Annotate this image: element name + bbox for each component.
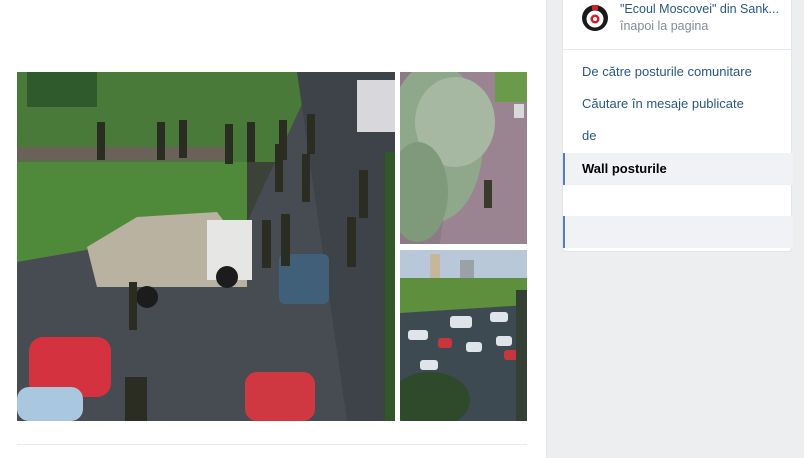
sidebar-item-empty[interactable] — [563, 216, 793, 248]
sidebar-item-wall-posts[interactable]: Wall posturile — [563, 153, 793, 185]
photo-image — [400, 250, 527, 421]
police-convoy-street-photo[interactable] — [17, 72, 395, 421]
post-divider — [17, 444, 527, 445]
tree-courtyard-photo[interactable] — [400, 72, 527, 244]
group-logo-icon — [581, 4, 609, 32]
wall-post — [0, 0, 547, 458]
group-header[interactable]: "Ecoul Moscovei" din Sank... înapoi la p… — [563, 0, 793, 50]
sidebar-item-search-posts[interactable]: Căutare în mesaje publicate — [563, 88, 793, 120]
sidebar-menu: "Ecoul Moscovei" din Sank... înapoi la p… — [562, 0, 793, 252]
parking-lot-photo[interactable] — [400, 250, 527, 421]
sidebar-item-by[interactable]: de — [563, 120, 793, 152]
back-to-page-link[interactable]: înapoi la pagina — [620, 19, 708, 33]
page: "Ecoul Moscovei" din Sank... înapoi la p… — [0, 0, 804, 458]
group-name-link[interactable]: "Ecoul Moscovei" din Sank... — [620, 2, 788, 16]
photo-image — [400, 72, 527, 244]
sidebar-item-community-posts[interactable]: De către posturile comunitare — [563, 56, 793, 88]
photo-image — [17, 72, 395, 421]
